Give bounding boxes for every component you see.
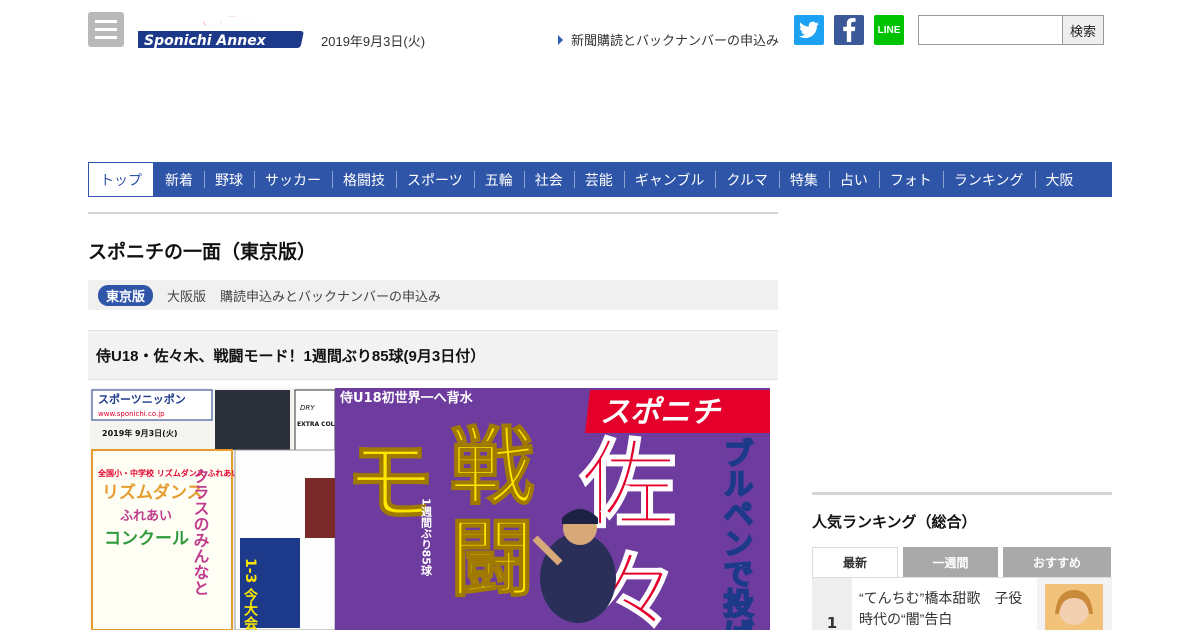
svg-text:スポニチ: スポニチ [193,12,254,30]
divider [88,212,778,214]
headline-char-tou: 闘 [450,510,534,608]
nav-item[interactable]: 大阪 [1034,162,1085,197]
extra-cold-label: EXTRA COLD [297,421,339,428]
nav-item[interactable]: 五輪 [473,162,524,197]
nav-item[interactable]: フォト [878,162,943,197]
line-share-button[interactable]: LINE [874,15,904,45]
ranking-item[interactable]: 1 “てんちむ”橋本甜歌 子役時代の“闇”告白 [812,577,1112,630]
nav-item[interactable]: 格闘技 [332,162,396,197]
ranking-headline[interactable]: “てんちむ”橋本甜歌 子役時代の“闇”告白 [852,578,1037,630]
triangle-right-icon [558,34,563,45]
page-title: スポニチの一面（東京版） [88,242,317,263]
nav-item[interactable]: 新着 [154,162,204,197]
nav-item[interactable]: サッカー [254,162,332,197]
ranking-tab-latest[interactable]: 最新 [812,547,898,577]
masthead-url: www.sponichi.co.jp [98,410,165,418]
ranking-thumbnail[interactable] [1037,578,1112,630]
subscribe-link[interactable]: 新聞購読とバックナンバーの申込み [558,30,779,49]
nav-item[interactable]: スポーツ [396,162,474,197]
facebook-icon [843,18,856,42]
svg-text:リズムダンス: リズムダンス [102,482,204,503]
nav-item[interactable]: トップ [88,162,154,197]
line-icon: LINE [877,24,901,36]
search-input[interactable] [918,15,1063,45]
portrait-photo [1045,584,1103,630]
header-date: 2019年9月3日(火) [321,34,426,49]
main-content: スポニチの一面（東京版） 東京版 大阪版 購読申込みとバックナンバーの申込み 侍… [88,212,778,380]
player-body [540,533,616,623]
edition-tabs: 東京版 大阪版 購読申込みとバックナンバーの申込み [88,280,778,310]
sub-vertical-headline: 1週間ぶり85球 [420,498,434,577]
vertical-headline: ブルペンで投げ [718,438,754,630]
twitter-icon [799,21,819,38]
twitter-share-button[interactable] [794,15,824,45]
ranking-sidebar: 人気ランキング（総合） 最新 一週間 おすすめ 1 “てんちむ”橋本甜歌 子役時… [812,492,1112,630]
hamburger-menu-button[interactable] [88,12,124,47]
score-panel-text: 1-3 今大会初 [242,558,259,630]
beer-ad-box [294,389,336,451]
edition-tab-osaka[interactable]: 大阪版 [167,286,206,305]
nav-item[interactable]: 芸能 [573,162,624,197]
nav-item[interactable]: ギャンブル [623,162,716,197]
player-photo-small [305,478,335,538]
menu-bar-icon [95,28,117,31]
nav-item[interactable]: 特集 [778,162,829,197]
nav-item[interactable]: クルマ [715,162,779,197]
nav-item[interactable]: 社会 [523,162,574,197]
dance-vertical-caption: クラスのみんなと [191,468,210,596]
facebook-share-button[interactable] [834,15,864,45]
nav-item[interactable]: 占い [828,162,879,197]
front-page-graphic: スポーツニッポン www.sponichi.co.jp 2019年 9月3日(火… [90,388,770,630]
svg-text:Sponichi Annex: Sponichi Annex [144,33,267,49]
main-nav: トップ 新着 野球 サッカー 格闘技 スポーツ 五輪 社会 芸能 ギャンブル クルマ 特集 占い フォトラ… [88,162,1112,197]
nav-item[interactable]: ランキング [942,162,1035,197]
headline-char-sen: 戦 [450,418,534,516]
subscription-link[interactable]: 購読申込みとバックナンバーの申込み [220,286,441,305]
menu-bar-icon [95,36,117,39]
ranking-tab-week[interactable]: 一週間 [903,547,998,577]
front-logo: スポニチ [600,395,722,430]
headline-top: 侍U18初世界一へ背水 [339,390,474,406]
ranking-title: 人気ランキング（総合） [812,514,977,531]
menu-bar-icon [95,20,117,23]
edition-tab-tokyo[interactable]: 東京版 [98,284,154,306]
article-title: 侍U18・佐々木、戦闘モード！1週間ぶり85球(9月3日付） [88,330,778,380]
ranking-tab-recommended[interactable]: おすすめ [1003,547,1111,577]
subscribe-link-label: 新聞購読とバックナンバーの申込み [571,33,780,48]
front-date: 2019年 9月3日(火) [102,428,178,438]
dry-label: DRY [300,404,315,412]
newspaper-front-page-image[interactable]: スポーツニッポン www.sponichi.co.jp 2019年 9月3日(火… [90,388,770,630]
masthead: スポーツニッポン [98,392,186,406]
ranking-tabs: 最新 一週間 おすすめ [812,547,1112,577]
svg-text:ふれあい: ふれあい [120,509,172,524]
svg-text:コンクール: コンクール [104,529,189,549]
site-header: スポニチ Sponichi Annex 2019年9月3日(火) 新聞購読とバッ… [88,12,1112,52]
sponichi-annex-logo[interactable]: スポニチ Sponichi Annex [138,12,308,50]
nav-item[interactable]: 野球 [204,162,254,197]
divider [812,492,1112,495]
search-button[interactable]: 検索 [1062,15,1104,45]
ad-photo-box [215,390,290,450]
ranking-number: 1 [812,578,852,630]
